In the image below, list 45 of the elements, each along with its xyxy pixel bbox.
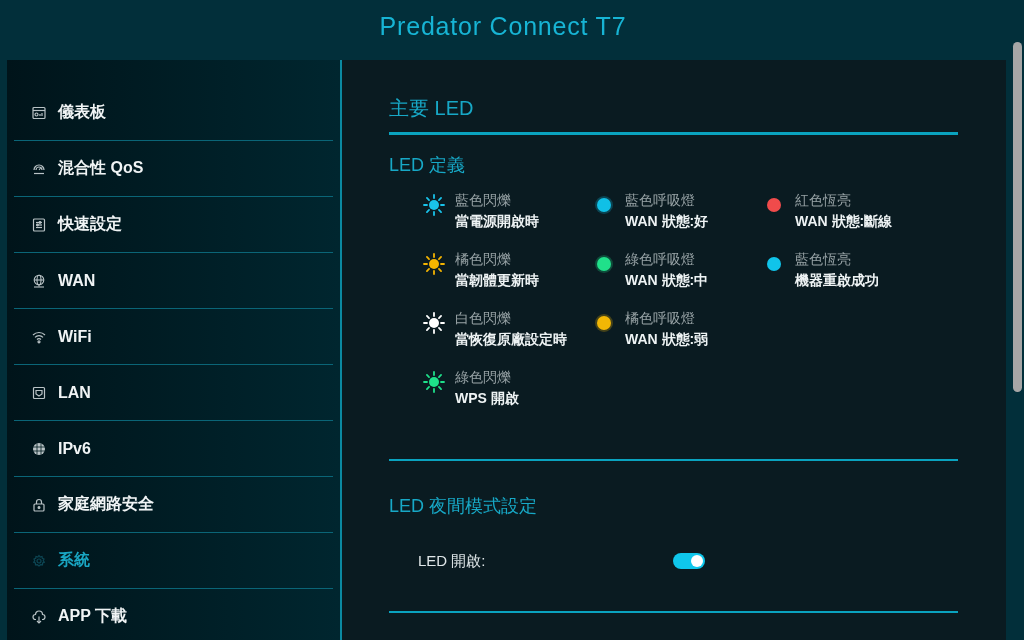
sidebar-item[interactable]: 混合性 QoS bbox=[14, 141, 333, 197]
lock-icon bbox=[32, 497, 46, 512]
led-name: 橘色呼吸燈 bbox=[625, 309, 696, 328]
led-name: 藍色呼吸燈 bbox=[625, 191, 696, 210]
led-meaning: WAN 狀態:弱 bbox=[625, 330, 709, 349]
sidebar-item[interactable]: 系統 bbox=[14, 533, 333, 589]
sidebar-item[interactable]: LAN bbox=[14, 365, 333, 421]
gear-icon bbox=[32, 553, 46, 568]
subsection-title: LED 夜間模式設定 bbox=[389, 495, 539, 517]
sidebar-item[interactable]: 家庭網路安全 bbox=[14, 477, 333, 533]
toggle-switch[interactable] bbox=[673, 553, 705, 569]
sidebar-item[interactable]: IPv6 bbox=[14, 421, 333, 477]
led-name: 橘色閃爍 bbox=[455, 250, 512, 269]
led-meaning: WPS 開啟 bbox=[455, 389, 519, 408]
sidebar-item[interactable]: WiFi bbox=[14, 309, 333, 365]
subsection-title: LED 定義 bbox=[389, 154, 467, 176]
section-title: 主要 LED bbox=[389, 96, 958, 135]
sidebar-item[interactable]: 儀表板 bbox=[14, 85, 333, 141]
sidebar-item[interactable]: APP 下載 bbox=[14, 589, 333, 640]
sidebar-item[interactable]: 快速設定 bbox=[14, 197, 333, 253]
led-meaning: 機器重啟成功 bbox=[795, 271, 879, 290]
app-title: Predator Connect T7 bbox=[379, 11, 627, 41]
led-name: 綠色閃爍 bbox=[455, 368, 512, 387]
sidebar-item[interactable]: WAN bbox=[14, 253, 333, 309]
led-name: 紅色恆亮 bbox=[795, 191, 852, 210]
led-meaning: WAN 狀態:中 bbox=[625, 271, 709, 290]
globe-icon bbox=[32, 441, 46, 456]
led-meaning: WAN 狀態:斷線 bbox=[795, 212, 893, 231]
led-name: 藍色恆亮 bbox=[795, 250, 852, 269]
ethernet-port-icon bbox=[32, 385, 46, 400]
led-meaning: 當韌體更新時 bbox=[455, 271, 539, 290]
led-meaning: 當恢復原廠設定時 bbox=[455, 330, 567, 349]
sliders-icon bbox=[32, 217, 46, 232]
wifi-icon bbox=[32, 329, 46, 344]
led-name: 白色閃爍 bbox=[455, 309, 512, 328]
dashboard-icon bbox=[32, 105, 46, 120]
gauge-icon bbox=[32, 161, 46, 176]
toggle-label: LED 開啟: bbox=[418, 551, 487, 571]
led-meaning: WAN 狀態:好 bbox=[625, 212, 709, 231]
cloud-download-icon bbox=[32, 609, 46, 624]
scrollbar-thumb[interactable] bbox=[1013, 42, 1022, 392]
led-meaning: 當電源開啟時 bbox=[455, 212, 539, 231]
led-name: 藍色閃爍 bbox=[455, 191, 512, 210]
globe-icon bbox=[32, 273, 46, 288]
led-name: 綠色呼吸燈 bbox=[625, 250, 696, 269]
